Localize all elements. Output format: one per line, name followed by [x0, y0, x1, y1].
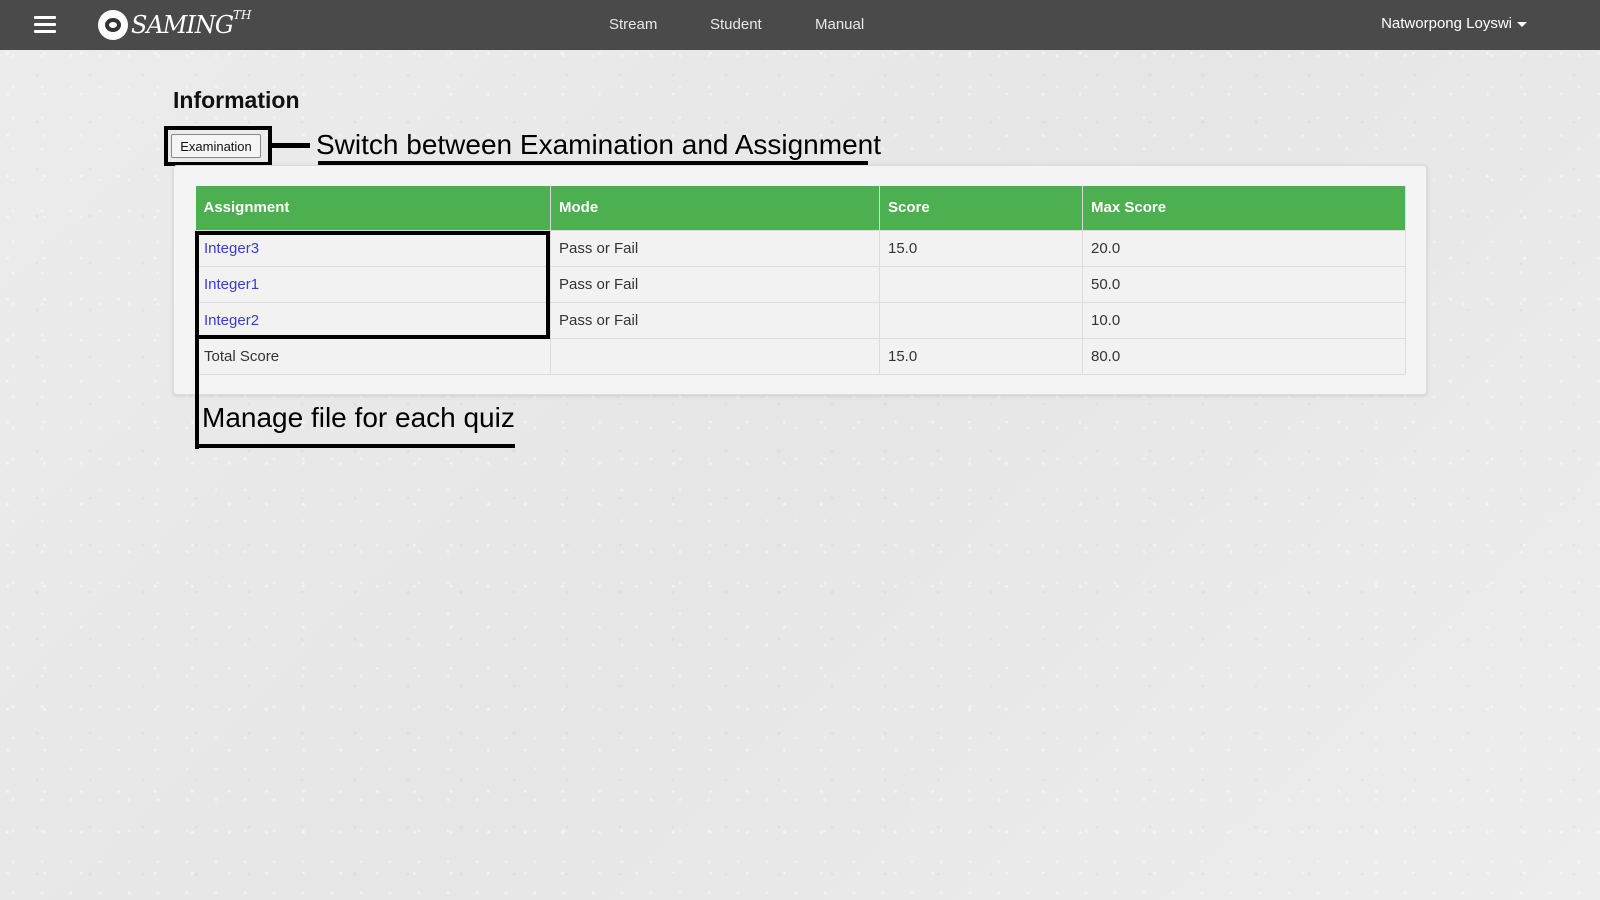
nav-link-manual[interactable]: Manual	[815, 16, 864, 33]
examination-toggle-button[interactable]: Examination	[171, 134, 261, 158]
annotation-switch-note: Switch between Examination and Assignmen…	[316, 129, 881, 160]
mode-cell: Pass or Fail	[550, 265, 880, 303]
max-score-cell: 10.0	[1082, 301, 1406, 339]
column-header-max-score: Max Score	[1082, 186, 1406, 230]
column-header-assignment: Assignment	[195, 186, 551, 230]
hamburger-menu-icon[interactable]	[34, 16, 56, 34]
annotation-box-assignments	[195, 231, 550, 339]
brand-superscript: TH	[233, 8, 252, 22]
mode-cell: Pass or Fail	[550, 301, 880, 339]
score-cell	[879, 265, 1083, 303]
table-header-row: Assignment Mode Score Max Score	[195, 186, 1406, 230]
brand-text: SAMING	[131, 11, 234, 39]
total-score-row: Total Score 15.0 80.0	[195, 337, 1406, 375]
total-score-label: Total Score	[195, 337, 551, 375]
annotation-connector	[195, 337, 199, 449]
score-cell: 15.0	[879, 229, 1083, 267]
page-title: Information	[173, 87, 300, 113]
nav-link-student[interactable]: Student	[710, 16, 762, 33]
total-max-score-value: 80.0	[1082, 337, 1406, 375]
column-header-score: Score	[879, 186, 1083, 230]
user-name: Natworpong Loyswi	[1381, 15, 1512, 32]
annotation-connector	[272, 143, 310, 148]
score-cell	[879, 301, 1083, 339]
column-header-mode: Mode	[550, 186, 880, 230]
nav-link-stream[interactable]: Stream	[609, 16, 657, 33]
caret-down-icon	[1517, 22, 1527, 27]
annotation-underline	[195, 444, 515, 448]
annotation-box-toggle: Examination	[164, 126, 272, 166]
user-menu[interactable]: Natworpong Loyswi	[1381, 15, 1527, 32]
total-score-value: 15.0	[879, 337, 1083, 375]
max-score-cell: 50.0	[1082, 265, 1406, 303]
annotation-manage-note: Manage file for each quiz	[202, 402, 515, 433]
brand-logo[interactable]: SAMING TH	[98, 8, 252, 41]
total-mode-cell	[550, 337, 880, 375]
top-navbar: SAMING TH Stream Student Manual Natworpo…	[0, 0, 1600, 50]
mode-cell: Pass or Fail	[550, 229, 880, 267]
bear-logo-icon	[98, 10, 128, 40]
max-score-cell: 20.0	[1082, 229, 1406, 267]
